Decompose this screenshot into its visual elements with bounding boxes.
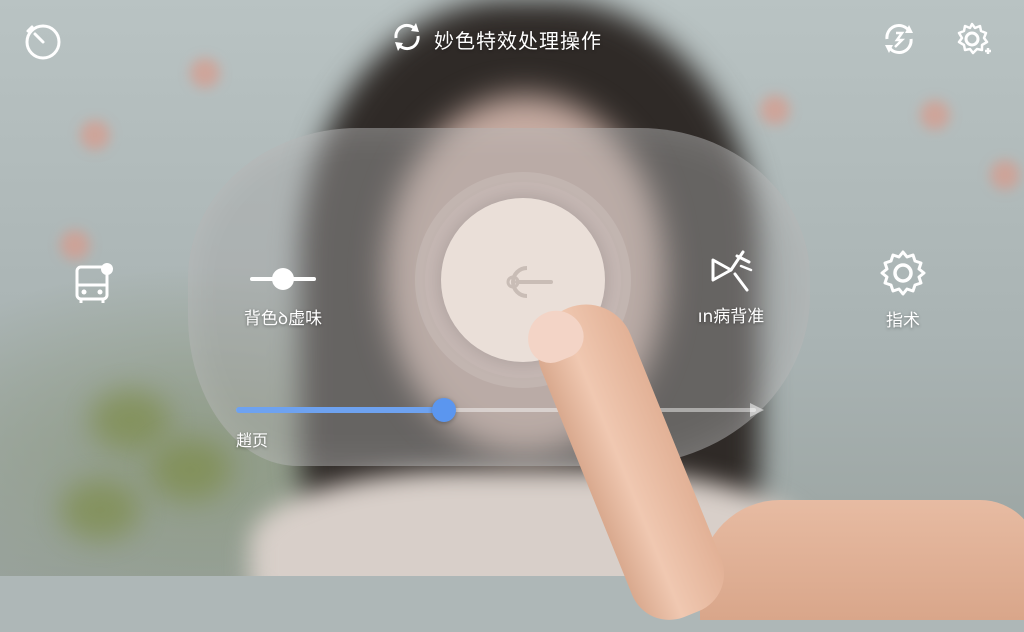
- bus-icon[interactable]: [70, 258, 118, 306]
- arrow-right-icon: [750, 403, 764, 417]
- gear-icon: [878, 248, 928, 302]
- timer-icon[interactable]: [22, 20, 64, 62]
- background-leaf: [60, 480, 140, 540]
- intensity-slider[interactable]: [236, 398, 766, 422]
- settings-plus-icon[interactable]: [952, 18, 994, 60]
- beauty-control[interactable]: ın病背准: [676, 248, 786, 327]
- lens-pointer-icon: [492, 262, 556, 302]
- blur-background-label: 背色ꝺ虚味: [243, 309, 323, 329]
- rotate-effect-icon[interactable]: [878, 18, 920, 60]
- beauty-label: ın病背准: [697, 307, 765, 327]
- slider-knob[interactable]: [432, 398, 456, 422]
- background-leaf: [150, 440, 230, 500]
- background-leaf: [90, 390, 170, 450]
- slider-fill: [236, 407, 444, 413]
- background-flower: [760, 95, 790, 125]
- hand-photo: [700, 500, 1024, 620]
- mini-slider-icon: [250, 266, 316, 296]
- page-title: 妙色特效处理操作: [434, 28, 602, 53]
- background-flower: [990, 160, 1020, 190]
- magic-wand-icon: [707, 248, 755, 296]
- background-flower: [920, 100, 950, 130]
- background-flower: [190, 58, 220, 88]
- title-group: 妙色特效处理操作: [388, 20, 602, 58]
- refresh-arrows-icon: [388, 20, 426, 58]
- settings-control[interactable]: 指术: [868, 248, 938, 331]
- blur-background-control[interactable]: 背色ꝺ虚味: [228, 266, 338, 329]
- slider-label: 趙页: [236, 431, 269, 450]
- settings-label: 指术: [886, 311, 920, 331]
- background-flower: [60, 230, 90, 260]
- background-flower: [80, 120, 110, 150]
